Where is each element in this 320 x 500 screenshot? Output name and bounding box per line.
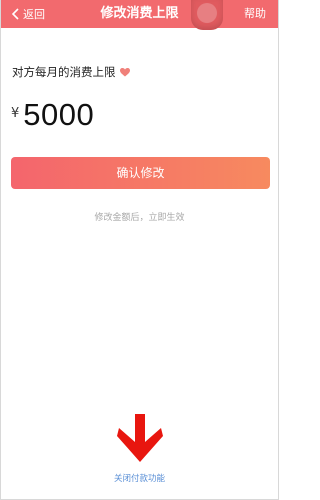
help-button[interactable]: 帮助 — [244, 0, 266, 28]
header-bar: 返回 修改消费上限 帮助 — [1, 0, 278, 30]
limit-label-row: 对方每月的消费上限 — [12, 64, 130, 80]
confirm-button[interactable]: 确认修改 — [11, 157, 270, 189]
limit-label: 对方每月的消费上限 — [12, 65, 116, 79]
currency-symbol: ¥ — [11, 106, 20, 121]
hint-text: 修改金额后，立即生效 — [94, 213, 185, 223]
page-title: 修改消费上限 — [100, 6, 179, 21]
amount-value[interactable]: 5000 — [23, 97, 94, 133]
down-arrow-icon — [117, 414, 163, 462]
amount-field[interactable]: ¥ 5000 — [11, 97, 94, 133]
close-payment-link[interactable]: 关闭付款功能 — [1, 472, 278, 484]
heart-icon — [119, 67, 130, 76]
app-screen: 返回 修改消费上限 帮助 对方每月的消费上限 ¥ 5000 确认修改 修改金额后… — [0, 0, 279, 500]
floating-menu-handle[interactable] — [191, 0, 223, 30]
